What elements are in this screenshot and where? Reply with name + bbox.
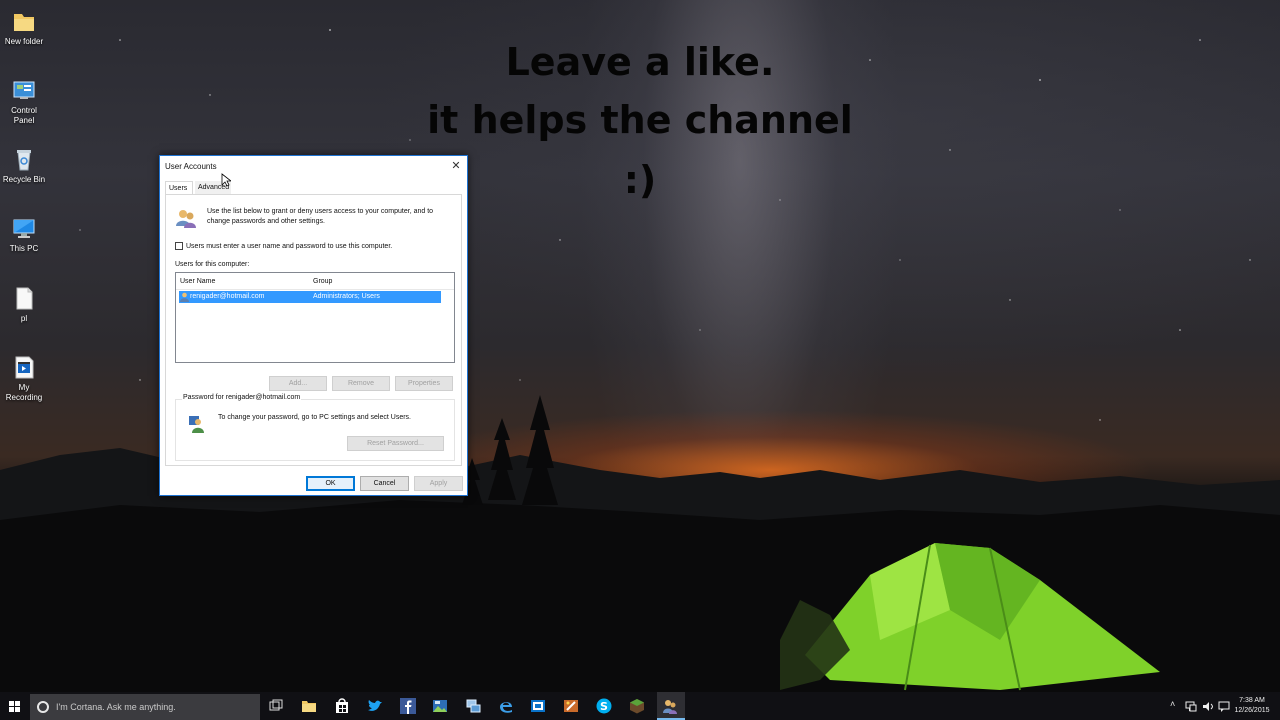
desktop-icon-label: New folder xyxy=(4,37,44,46)
desktop-icon-recycle-bin[interactable]: Recycle Bin xyxy=(0,146,48,185)
intro-text: Use the list below to grant or deny user… xyxy=(207,208,434,225)
desktop-icon-label: Recycle Bin xyxy=(2,175,46,184)
network-app-icon[interactable] xyxy=(465,698,481,714)
password-group: Password for renigader@hotmail.com To ch… xyxy=(175,394,455,461)
desktop-icon-label: Control Panel xyxy=(11,106,37,125)
action-center-icon[interactable] xyxy=(1218,701,1230,712)
password-group-title: Password for renigader@hotmail.com xyxy=(182,394,302,401)
taskbar-clock[interactable]: 7:38 AM 12/26/2015 xyxy=(1230,696,1274,716)
password-help-text: To change your password, go to PC settin… xyxy=(218,414,411,421)
group-cell: Administrators; Users xyxy=(313,293,380,300)
properties-button[interactable]: Properties xyxy=(395,376,453,391)
this-pc-icon xyxy=(11,215,37,241)
store-icon[interactable] xyxy=(334,698,350,714)
start-button[interactable] xyxy=(0,692,30,720)
edge-icon[interactable] xyxy=(498,698,514,714)
paint-app-icon[interactable] xyxy=(563,698,579,714)
user-row-icon xyxy=(180,292,189,302)
cortana-placeholder: I'm Cortana. Ask me anything. xyxy=(56,702,176,712)
dialog-title: User Accounts xyxy=(165,162,217,171)
apply-button[interactable]: Apply xyxy=(414,476,463,491)
users-list-row[interactable]: renigader@hotmail.com Administrators; Us… xyxy=(179,291,441,303)
users-icon xyxy=(175,207,197,229)
column-header-user-name[interactable]: User Name xyxy=(180,278,215,285)
users-list[interactable]: User Name Group renigader@hotmail.com Ad… xyxy=(175,272,455,363)
minecraft-icon[interactable] xyxy=(629,698,645,714)
video-file-icon xyxy=(11,354,37,380)
mouse-cursor-icon xyxy=(221,173,231,187)
clock-time: 7:38 AM xyxy=(1239,697,1265,704)
desktop-icon-my-recording[interactable]: My Recording xyxy=(0,354,48,403)
file-explorer-icon[interactable] xyxy=(301,698,317,714)
tab-users[interactable]: Users xyxy=(165,181,193,195)
desktop-icon-label: This PC xyxy=(9,244,39,253)
add-user-button[interactable]: Add... xyxy=(269,376,327,391)
desktop-icon-label: My Recording xyxy=(5,383,43,402)
user-accounts-dialog: User Accounts ✕ Users Advanced Use the l… xyxy=(159,155,468,496)
desktop-icon-control-panel[interactable]: Control Panel xyxy=(0,77,48,126)
facebook-icon[interactable] xyxy=(400,698,416,714)
outlook-icon[interactable] xyxy=(530,698,546,714)
desktop-icon-label: pl xyxy=(20,314,28,323)
task-view-icon[interactable] xyxy=(268,698,284,714)
overlay-caption-line2: it helps the channel xyxy=(427,98,853,142)
taskbar: I'm Cortana. Ask me anything. S ˄ 7:38 A… xyxy=(0,692,1280,720)
chevron-up-icon[interactable]: ˄ xyxy=(1170,699,1175,709)
control-panel-icon xyxy=(11,77,37,103)
desktop-icon-this-pc[interactable]: This PC xyxy=(0,215,48,254)
reset-password-button[interactable]: Reset Password... xyxy=(347,436,444,451)
users-list-label: Users for this computer: xyxy=(175,261,250,268)
photo-app-icon[interactable] xyxy=(432,698,448,714)
users-tab-panel: Use the list below to grant or deny user… xyxy=(165,194,462,466)
column-header-group[interactable]: Group xyxy=(313,278,332,285)
require-password-option[interactable]: Users must enter a user name and passwor… xyxy=(175,242,392,250)
dialog-titlebar[interactable]: User Accounts ✕ xyxy=(160,156,467,178)
desktop-icon-pl[interactable]: pl xyxy=(0,285,48,324)
remove-user-button[interactable]: Remove xyxy=(332,376,390,391)
volume-icon[interactable] xyxy=(1202,701,1214,712)
password-user-icon xyxy=(188,414,206,434)
user-name-cell: renigader@hotmail.com xyxy=(190,293,265,300)
svg-text:S: S xyxy=(600,700,608,713)
user-accounts-icon[interactable] xyxy=(662,698,678,714)
network-icon[interactable] xyxy=(1185,701,1197,712)
require-password-checkbox[interactable] xyxy=(175,242,183,250)
twitter-icon[interactable] xyxy=(367,698,383,714)
clock-date: 12/26/2015 xyxy=(1234,707,1270,714)
system-tray: ˄ xyxy=(1168,692,1230,720)
cancel-button[interactable]: Cancel xyxy=(360,476,409,491)
users-list-header: User Name Group xyxy=(176,273,454,290)
cortana-icon xyxy=(37,701,49,713)
ok-button[interactable]: OK xyxy=(306,476,355,491)
overlay-caption-line1: Leave a like. xyxy=(505,40,775,84)
desktop-icon-new-folder[interactable]: New folder xyxy=(0,8,48,47)
document-icon xyxy=(11,285,37,311)
close-icon[interactable]: ✕ xyxy=(449,159,463,173)
skype-icon[interactable]: S xyxy=(596,698,612,714)
folder-icon xyxy=(11,8,37,34)
windows-logo-icon xyxy=(9,701,20,712)
cortana-search-box[interactable]: I'm Cortana. Ask me anything. xyxy=(30,694,260,720)
require-password-label: Users must enter a user name and passwor… xyxy=(186,242,393,250)
recycle-bin-icon xyxy=(11,146,37,172)
